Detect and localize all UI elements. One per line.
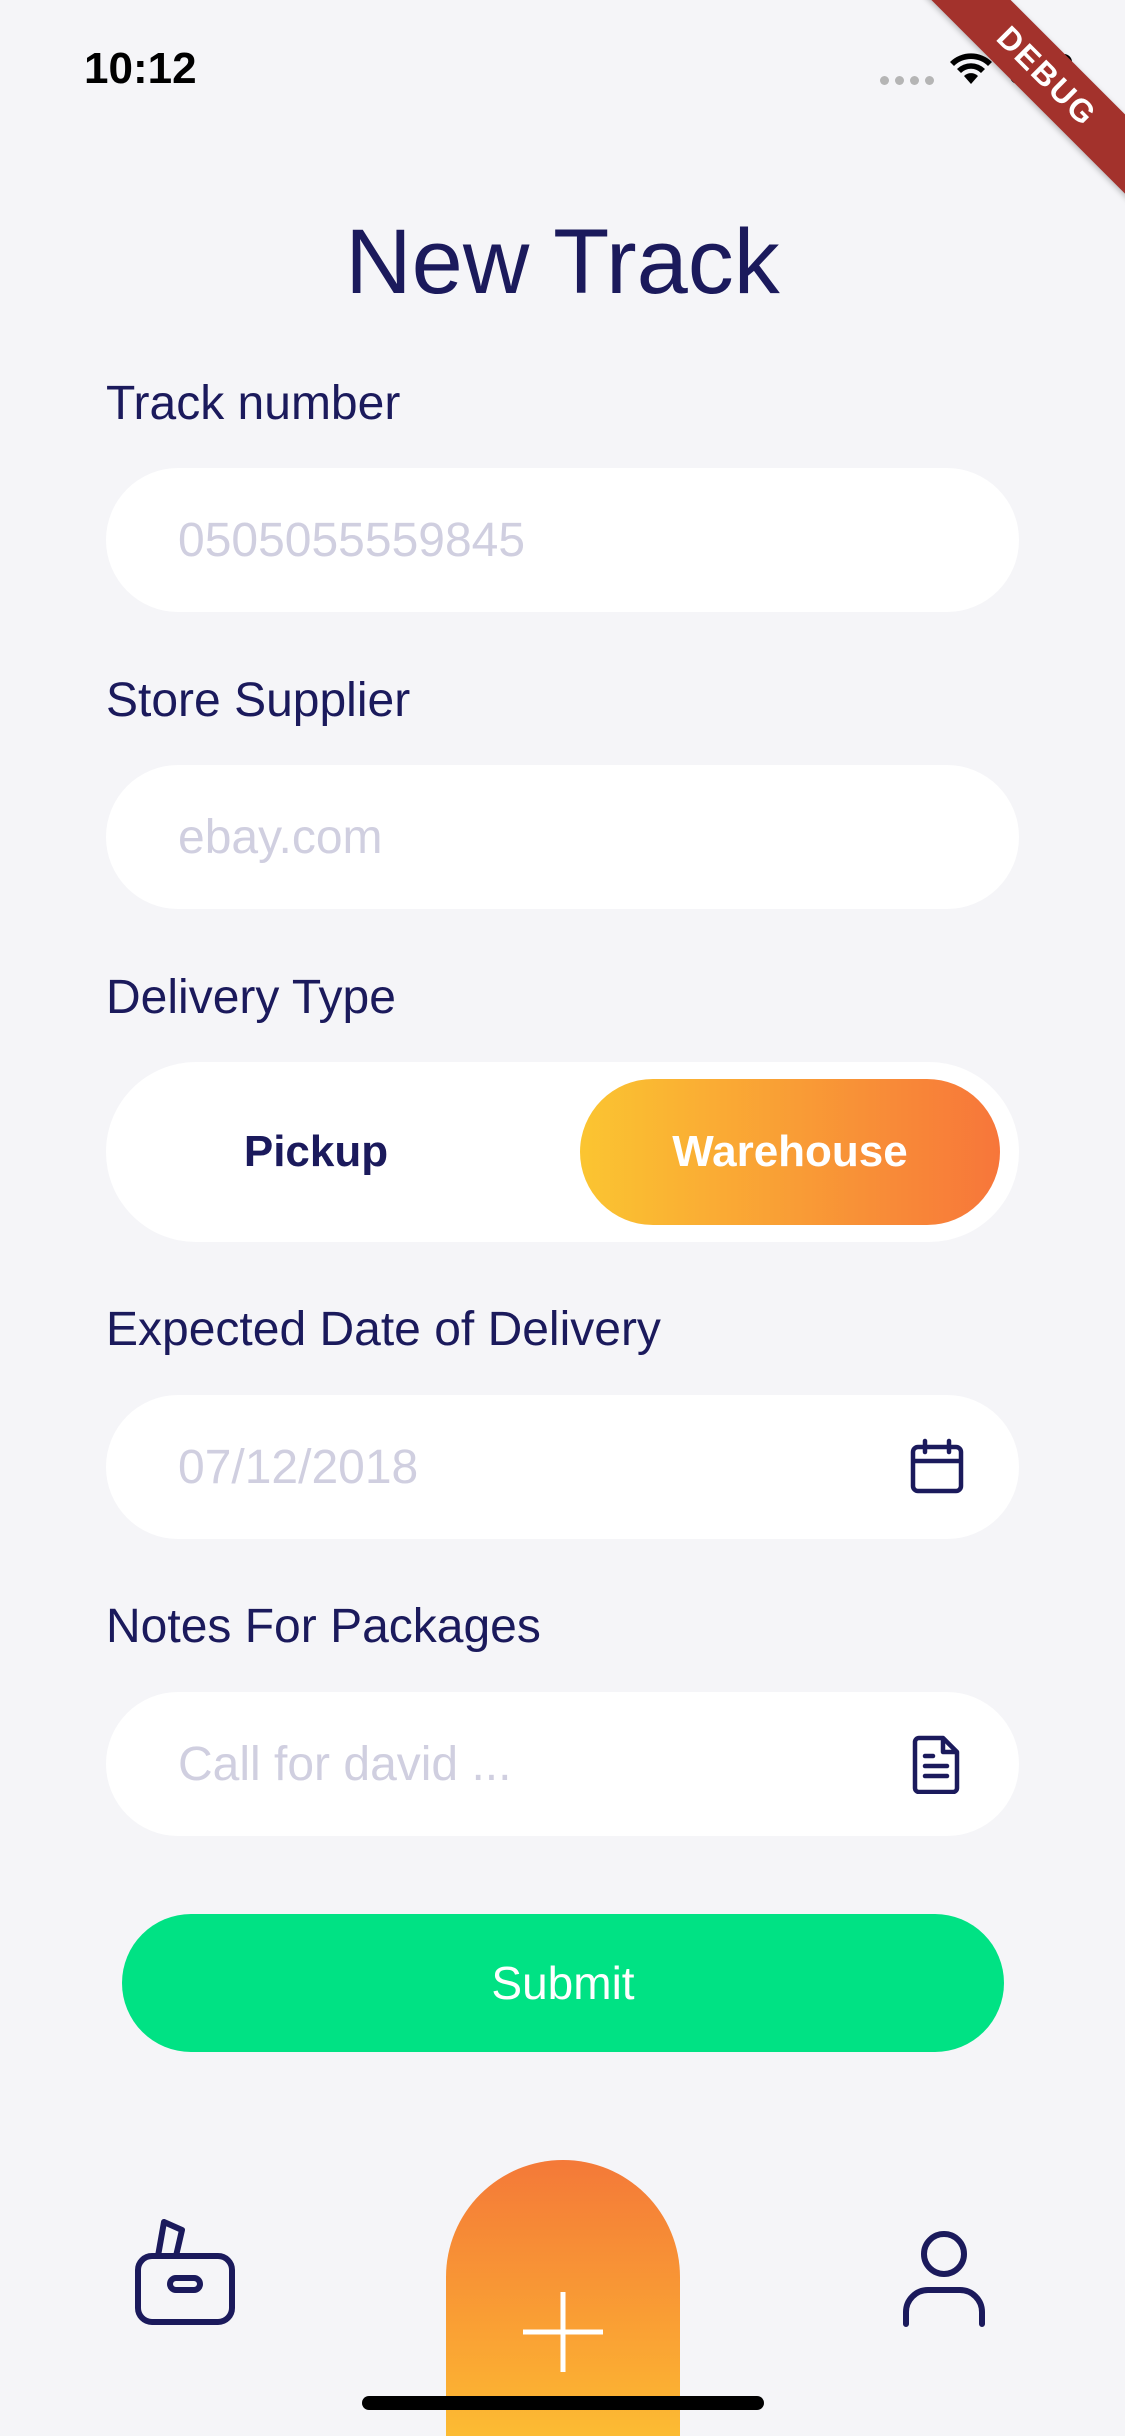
expected-date-field[interactable] bbox=[106, 1395, 1019, 1539]
plus-icon bbox=[523, 2292, 603, 2372]
user-icon[interactable] bbox=[900, 2228, 988, 2328]
delivery-option-warehouse[interactable]: Warehouse bbox=[580, 1079, 1000, 1225]
store-supplier-label: Store Supplier bbox=[106, 674, 411, 727]
status-time: 10:12 bbox=[84, 44, 197, 93]
track-number-label: Track number bbox=[106, 377, 401, 430]
page-title: New Track bbox=[345, 211, 780, 313]
expected-date-input[interactable] bbox=[178, 1395, 938, 1539]
store-supplier-input[interactable] bbox=[178, 765, 938, 909]
expected-date-label: Expected Date of Delivery bbox=[106, 1303, 661, 1356]
calendar-icon[interactable] bbox=[907, 1437, 967, 1497]
add-track-button[interactable] bbox=[446, 2160, 680, 2436]
notes-label: Notes For Packages bbox=[106, 1600, 541, 1653]
delivery-type-toggle: Pickup Warehouse bbox=[106, 1062, 1019, 1242]
cellular-signal-icon bbox=[880, 76, 934, 85]
submit-button[interactable]: Submit bbox=[122, 1914, 1004, 2052]
notes-input[interactable] bbox=[178, 1692, 938, 1836]
track-number-field[interactable] bbox=[106, 468, 1019, 612]
store-supplier-field[interactable] bbox=[106, 765, 1019, 909]
notes-field[interactable] bbox=[106, 1692, 1019, 1836]
track-number-input[interactable] bbox=[178, 468, 938, 612]
document-icon[interactable] bbox=[907, 1734, 967, 1794]
home-indicator bbox=[362, 2396, 764, 2410]
delivery-type-label: Delivery Type bbox=[106, 971, 396, 1024]
package-icon[interactable] bbox=[130, 2216, 240, 2328]
delivery-option-pickup[interactable]: Pickup bbox=[106, 1079, 526, 1225]
